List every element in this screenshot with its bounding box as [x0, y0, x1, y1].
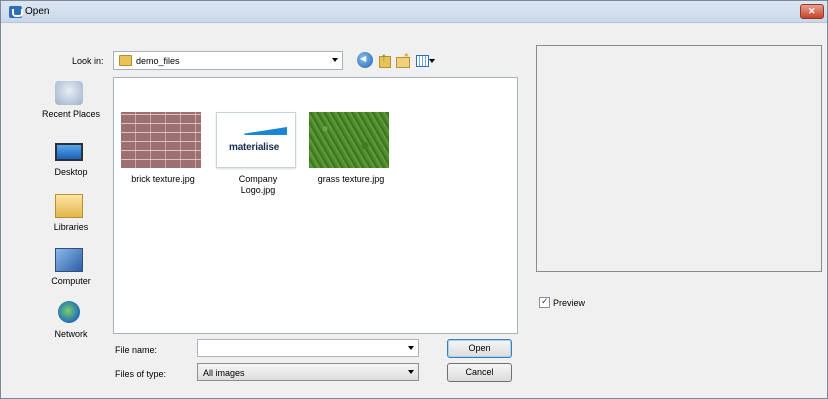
desktop-icon — [55, 143, 83, 161]
preview-checkbox[interactable] — [539, 296, 550, 308]
look-in-value: demo_files — [136, 56, 180, 66]
file-type-select[interactable]: All images — [197, 363, 419, 381]
place-label: Network — [54, 329, 88, 339]
computer-icon — [55, 248, 83, 272]
file-name-label: File name: — [115, 345, 158, 355]
file-name: brick texture.jpg — [131, 174, 195, 184]
file-name: grass texture.jpg — [317, 174, 385, 184]
title-bar[interactable]: Open — [1, 1, 827, 23]
thumbnail-image — [309, 112, 389, 168]
file-name-input[interactable] — [197, 339, 419, 357]
folder-icon — [119, 55, 132, 66]
chevron-down-icon[interactable] — [408, 370, 414, 374]
network-icon — [58, 301, 80, 323]
place-label: Libraries — [53, 222, 89, 232]
recent-places-icon — [55, 81, 83, 105]
logo-graphic — [235, 127, 287, 135]
thumbnail-image: materialise — [216, 112, 296, 168]
open-dialog: Open Look in: demo_files Recent Places D… — [0, 0, 828, 399]
look-in-label: Look in: — [72, 56, 104, 66]
views-menu-icon[interactable] — [415, 52, 435, 68]
thumbnail-image — [121, 112, 201, 168]
close-button[interactable] — [800, 4, 824, 19]
logo-text: materialise — [229, 142, 280, 153]
new-folder-icon[interactable] — [394, 51, 410, 68]
file-name: Company Logo.jpg — [238, 174, 278, 195]
place-label: Recent Places — [41, 109, 101, 119]
chevron-down-icon[interactable] — [408, 346, 414, 350]
preview-pane — [536, 45, 822, 272]
place-label: Computer — [51, 276, 91, 286]
places-bar: Recent Places Desktop Libraries Computer… — [31, 81, 111, 351]
app-icon — [9, 6, 23, 18]
file-type-label: Files of type: — [115, 369, 167, 379]
chevron-down-icon[interactable] — [332, 58, 338, 62]
window-title: Open — [25, 6, 50, 17]
up-folder-icon[interactable] — [376, 50, 392, 68]
open-button[interactable]: Open — [447, 339, 512, 358]
look-in-dropdown[interactable]: demo_files — [113, 51, 343, 70]
libraries-icon — [55, 194, 83, 218]
preview-label: Preview — [553, 298, 586, 308]
cancel-button[interactable]: Cancel — [447, 363, 512, 382]
place-label: Desktop — [54, 167, 88, 177]
file-type-value: All images — [203, 368, 245, 378]
file-list[interactable]: brick texture.jpg materialise Company Lo… — [113, 77, 518, 334]
back-icon[interactable] — [357, 52, 373, 68]
